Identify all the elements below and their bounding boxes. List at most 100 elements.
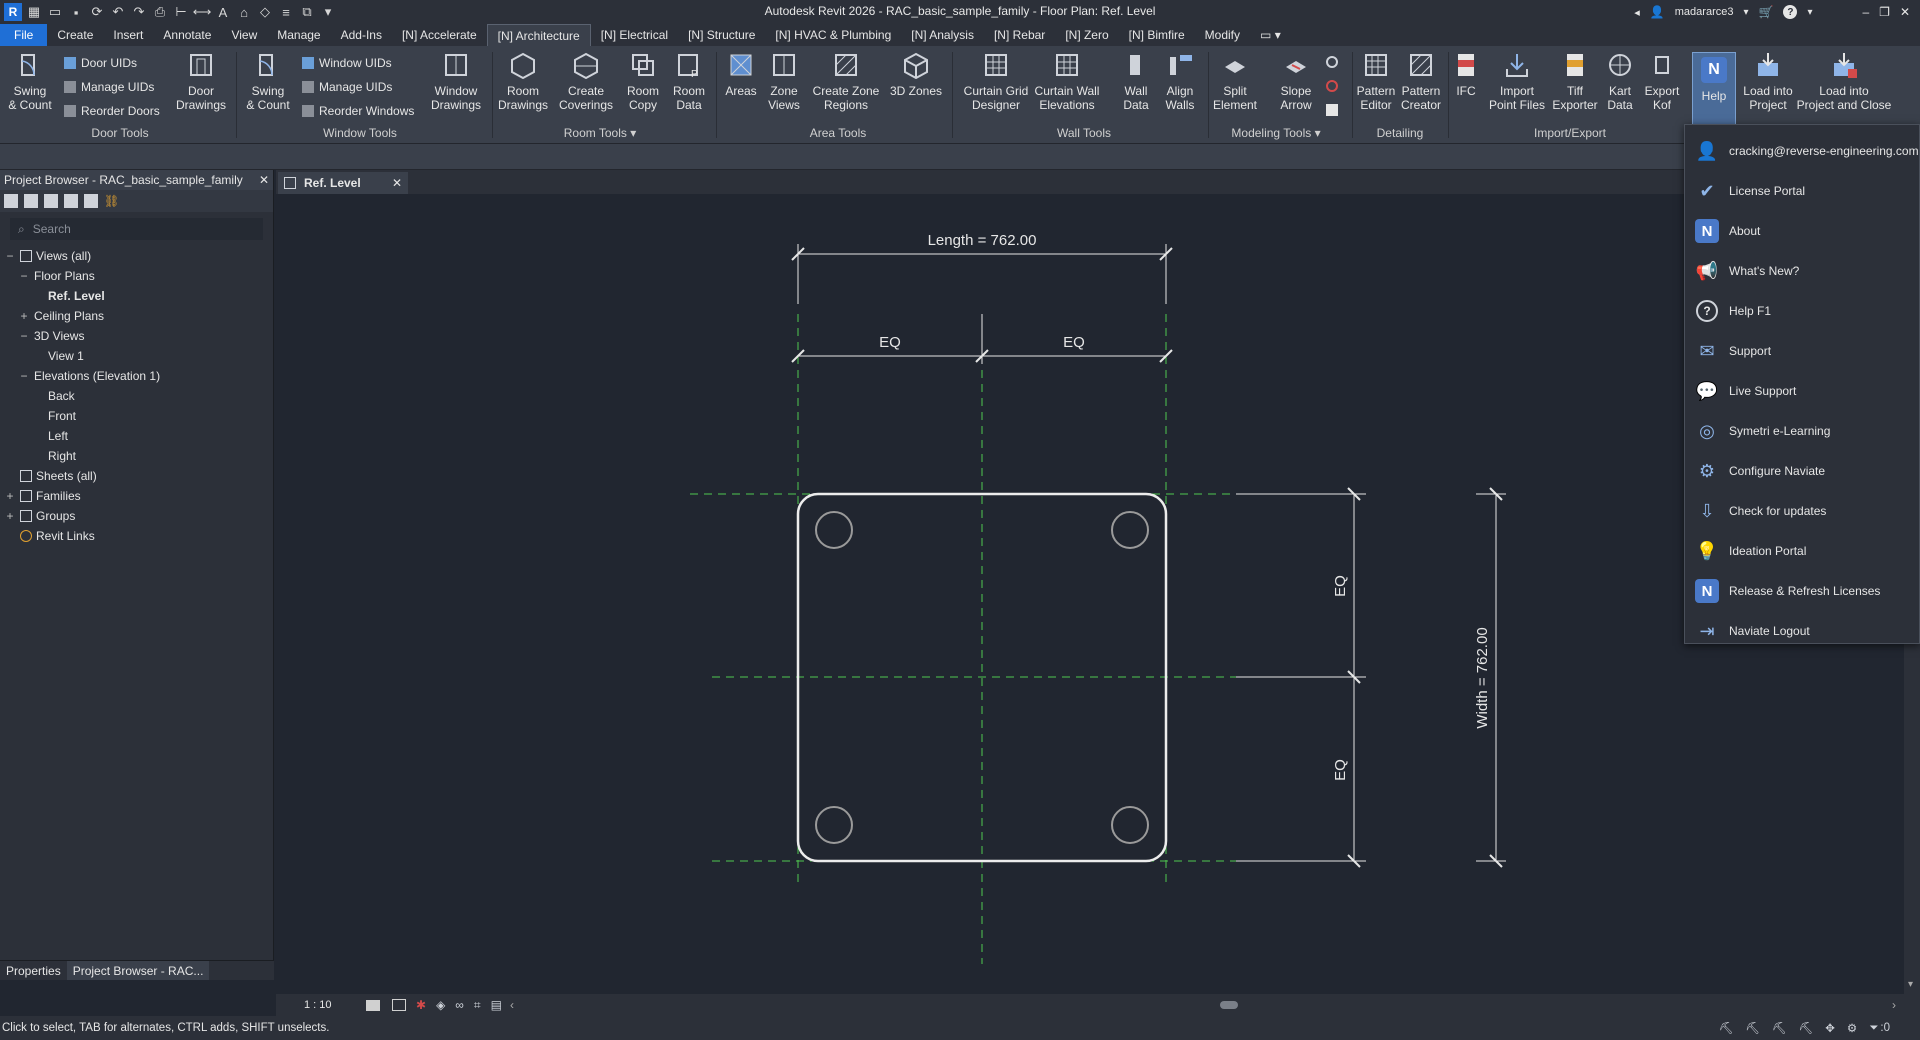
help-menu-item[interactable]: ? Help F1 (1685, 291, 1919, 331)
eq-label-bottom[interactable]: EQ (1332, 759, 1349, 781)
create-zone-regions-button[interactable]: Create Zone Regions (810, 50, 882, 112)
modeling-tool-3-button[interactable] (1326, 104, 1338, 116)
help-menu-item[interactable]: ✉ Support (1685, 331, 1919, 371)
measure-icon[interactable]: ⊢ (172, 3, 190, 21)
room-copy-button[interactable]: Room Copy (622, 50, 664, 112)
open-icon[interactable]: ▭ (46, 3, 64, 21)
collapse-icon[interactable]: − (18, 329, 30, 343)
print-icon[interactable]: ⎙ (151, 3, 169, 21)
tree-item[interactable]: Right (0, 446, 273, 466)
help-button[interactable]: N Help (1692, 52, 1736, 126)
view-tab-ref-level[interactable]: Ref. Level ✕ (278, 172, 408, 194)
cart-icon[interactable]: 🛒 (1759, 5, 1774, 19)
width-dimension-label[interactable]: Width = 762.00 (1474, 627, 1491, 728)
ribbon-tab[interactable]: Manage (267, 24, 330, 46)
bell-icon[interactable]: ◂ (1634, 6, 1640, 19)
kart-data-button[interactable]: Kart Data (1600, 50, 1640, 112)
ribbon-tab[interactable]: [N] HVAC & Plumbing (765, 24, 901, 46)
room-tools-panel-label[interactable]: Room Tools ▾ (540, 126, 660, 140)
eq-label-left[interactable]: EQ (879, 334, 901, 351)
horizontal-scrollbar[interactable] (1220, 1001, 1238, 1009)
tree-item[interactable]: + Groups (0, 506, 273, 526)
export-kof-button[interactable]: Export Kof (1642, 50, 1682, 112)
select-underlay-icon[interactable]: ⛏ (1745, 1021, 1760, 1035)
user-icon[interactable]: 👤 (1650, 5, 1665, 19)
user-name[interactable]: madararce3 (1675, 6, 1734, 18)
sync-icon[interactable]: ⟳ (88, 3, 106, 21)
browser-groups-icon[interactable] (84, 194, 98, 208)
collapse-icon[interactable]: − (18, 269, 30, 283)
door-drawings-button[interactable]: Door Drawings (170, 50, 232, 112)
scroll-right-icon[interactable]: › (1892, 998, 1896, 1012)
visual-style-icon[interactable] (392, 999, 406, 1011)
help-menu-item[interactable]: 💬 Live Support (1685, 371, 1919, 411)
ribbon-tab[interactable]: [N] Zero (1055, 24, 1118, 46)
door-uids-button[interactable]: Door UIDs (64, 56, 137, 70)
help-menu-item[interactable]: 📢 What's New? (1685, 251, 1919, 291)
help-menu-item[interactable]: 💡 Ideation Portal (1685, 531, 1919, 571)
redo-icon[interactable]: ↷ (130, 3, 148, 21)
collapse-icon[interactable]: − (4, 249, 16, 263)
sun-path-icon[interactable]: ✱ (416, 998, 426, 1012)
browser-views-icon[interactable] (24, 194, 38, 208)
collapse-icon[interactable]: − (18, 369, 30, 383)
customize-qat-icon[interactable]: ▾ (319, 3, 337, 21)
filter-icon[interactable]: ⏷ (1869, 1022, 1878, 1035)
window-swing-count-button[interactable]: Swing & Count (244, 50, 292, 112)
load-into-project-button[interactable]: Load into Project (1740, 50, 1796, 112)
tree-item[interactable]: + Ceiling Plans (0, 306, 273, 326)
ribbon-tab[interactable]: Create (47, 24, 103, 46)
section-icon[interactable]: ◇ (256, 3, 274, 21)
window-uids-button[interactable]: Window UIDs (302, 56, 392, 70)
door-manage-uids-button[interactable]: Manage UIDs (64, 80, 154, 94)
select-links-icon[interactable]: ⛏ (1719, 1021, 1734, 1035)
help-menu-item[interactable]: N Release & Refresh Licenses (1685, 571, 1919, 611)
tree-item[interactable]: Revit Links (0, 526, 273, 546)
modeling-tool-1-button[interactable] (1326, 56, 1338, 68)
ifc-button[interactable]: IFC (1450, 50, 1482, 98)
close-icon[interactable]: ✕ (1900, 5, 1910, 19)
thin-lines-icon[interactable]: ≡ (277, 3, 295, 21)
scale-value[interactable]: 1 : 10 (276, 999, 332, 1011)
ribbon-tab[interactable]: Modify (1195, 24, 1250, 46)
ribbon-tab[interactable]: Annotate (153, 24, 221, 46)
tree-item[interactable]: Left (0, 426, 273, 446)
3d-view-icon[interactable]: ⌂ (235, 3, 253, 21)
slope-arrow-button[interactable]: Slope Arrow (1274, 50, 1318, 112)
select-pinned-icon[interactable]: ⛏ (1772, 1021, 1787, 1035)
help-menu-item[interactable]: ⚙ Configure Naviate (1685, 451, 1919, 491)
browser-home-icon[interactable] (4, 194, 18, 208)
floor-plan-drawing[interactable]: Length = 762.00 EQ EQ Width = 762.00 EQ … (276, 194, 1904, 994)
tree-item[interactable]: − Floor Plans (0, 266, 273, 286)
browser-links-icon[interactable]: ⛓ (104, 194, 119, 208)
drawing-canvas[interactable]: Length = 762.00 EQ EQ Width = 762.00 EQ … (276, 194, 1904, 994)
pattern-editor-button[interactable]: Pattern Editor (1354, 50, 1398, 112)
eq-label-top[interactable]: EQ (1332, 575, 1349, 597)
modeling-tool-2-button[interactable] (1326, 80, 1338, 92)
browser-bottom-tab[interactable]: Properties (0, 961, 67, 980)
drag-elements-icon[interactable]: ✥ (1825, 1021, 1835, 1035)
ribbon-tab[interactable]: [N] Structure (678, 24, 765, 46)
select-by-face-icon[interactable]: ⛏ (1799, 1021, 1814, 1035)
text-icon[interactable]: A (214, 3, 232, 21)
align-walls-button[interactable]: Align Walls (1160, 50, 1200, 112)
help-menu-item[interactable]: ⇥ Naviate Logout (1685, 611, 1919, 651)
help-menu-item[interactable]: 👤 cracking@reverse-engineering.com (1685, 131, 1919, 171)
tree-item[interactable]: + Families (0, 486, 273, 506)
reveal-hidden-icon[interactable]: ▤ (491, 998, 502, 1012)
reorder-doors-button[interactable]: Reorder Doors (64, 104, 160, 118)
eq-label-right[interactable]: EQ (1063, 334, 1085, 351)
door-swing-count-button[interactable]: Swing & Count (6, 50, 54, 112)
crop-view-icon[interactable]: ⌗ (474, 998, 481, 1013)
browser-bottom-tab[interactable]: Project Browser - RAC... (66, 961, 210, 980)
tree-item[interactable]: Sheets (all) (0, 466, 273, 486)
tree-item[interactable]: −3D Views (0, 326, 273, 346)
modeling-tools-panel-label[interactable]: Modeling Tools ▾ (1216, 126, 1336, 140)
ribbon-tab[interactable]: [N] Accelerate (392, 24, 487, 46)
window-drawings-button[interactable]: Window Drawings (426, 50, 486, 112)
tree-item[interactable]: Back (0, 386, 273, 406)
shadows-icon[interactable]: ◈ (436, 998, 445, 1012)
ribbon-tab[interactable]: [N] Electrical (591, 24, 678, 46)
help-circle-icon[interactable]: ? (1783, 5, 1798, 19)
project-browser-search[interactable]: ⌕ Search (10, 218, 263, 240)
